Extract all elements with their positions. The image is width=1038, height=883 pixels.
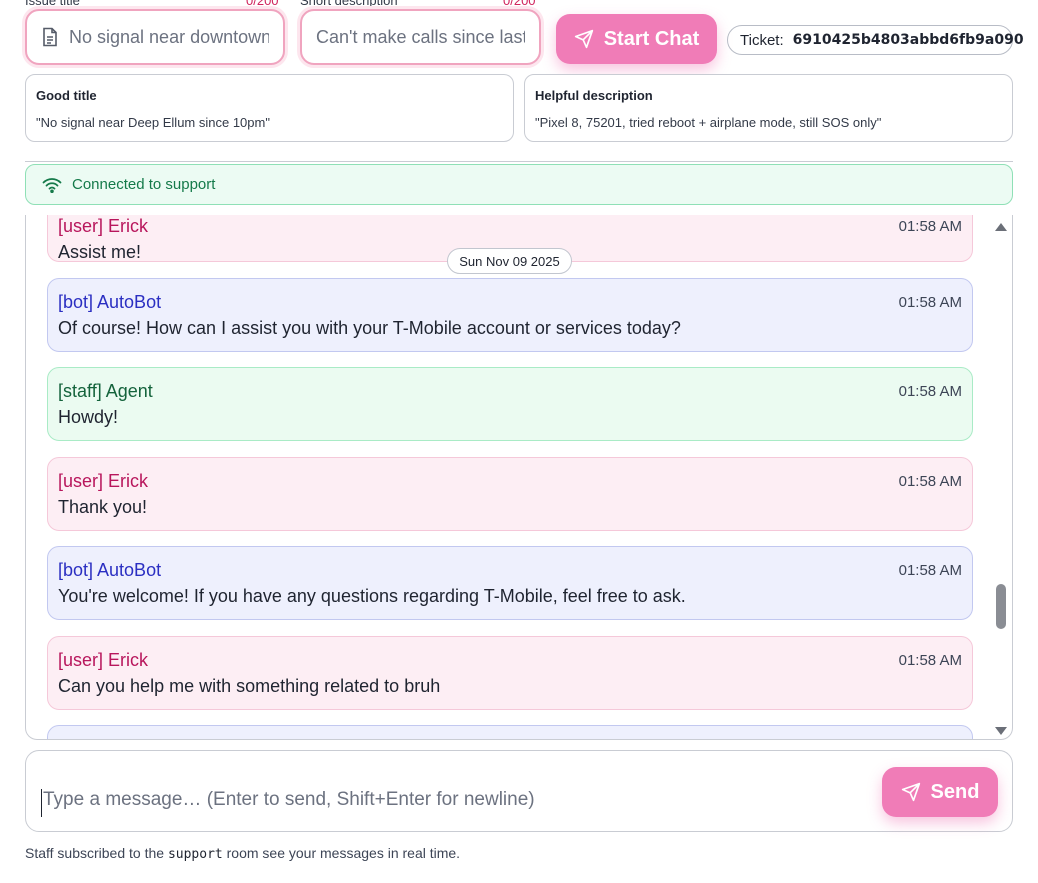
scroll-thumb[interactable]: [996, 584, 1006, 629]
send-button[interactable]: Send: [882, 767, 998, 817]
document-icon: [41, 27, 59, 47]
scroll-up-arrow-icon[interactable]: [995, 223, 1007, 231]
good-title-hint: Good title "No signal near Deep Ellum si…: [25, 74, 514, 142]
message-time: 01:58 AM: [898, 293, 962, 311]
wifi-icon: [42, 177, 62, 193]
issue-title-count: 0/200: [246, 0, 279, 8]
message-item-partial: [47, 725, 973, 739]
start-chat-label: Start Chat: [603, 27, 700, 50]
ticket-id: 6910425b4803abbd6fb9a090: [792, 32, 1024, 48]
helpful-description-heading: Helpful description: [535, 88, 653, 103]
message-input[interactable]: [41, 789, 861, 817]
realtime-note-suffix: room see your messages in real time.: [226, 845, 461, 861]
connection-status: Connected to support: [25, 164, 1013, 205]
helpful-description-hint: Helpful description "Pixel 8, 75201, tri…: [524, 74, 1013, 142]
send-icon: [574, 29, 594, 49]
message-text: Of course! How can I assist you with you…: [58, 318, 681, 338]
message-author: [bot] AutoBot: [58, 291, 162, 312]
message-author: [staff] Agent: [58, 380, 153, 401]
short-description-count: 0/200: [503, 0, 536, 8]
scroll-down-arrow-icon[interactable]: [995, 727, 1007, 735]
send-label: Send: [930, 780, 980, 803]
message-item: [staff] Agent 01:58 AM Howdy!: [47, 367, 973, 441]
message-text: You're welcome! If you have any question…: [58, 586, 686, 606]
realtime-note: Staff subscribed to the support room see…: [25, 845, 460, 862]
message-author: [user] Erick: [58, 649, 149, 670]
message-author: [bot] AutoBot: [58, 559, 162, 580]
message-item: [bot] AutoBot 01:58 AM You're welcome! I…: [47, 546, 973, 620]
message-text: Can you help me with something related t…: [58, 676, 441, 696]
message-text: Howdy!: [58, 407, 119, 427]
message-item: [user] Erick 01:58 AM Can you help me wi…: [47, 636, 973, 710]
good-title-heading: Good title: [36, 88, 97, 103]
short-description-field[interactable]: [300, 9, 541, 65]
message-composer: Send: [25, 750, 1013, 832]
issue-title-field[interactable]: [25, 9, 285, 65]
message-time: 01:58 AM: [898, 472, 962, 490]
message-time: 01:58 AM: [898, 651, 962, 669]
send-icon: [901, 782, 921, 802]
issue-title-label: Issue title: [25, 0, 80, 8]
chat-scrollbar[interactable]: [990, 215, 1012, 739]
message-time: 01:58 AM: [898, 382, 962, 400]
ticket-badge: Ticket: 6910425b4803abbd6fb9a090: [727, 25, 1024, 55]
chat-messages[interactable]: [user] Erick 01:58 AM Assist me! Sun Nov…: [25, 215, 1013, 740]
ticket-label: Ticket:: [740, 31, 784, 49]
realtime-note-prefix: Staff subscribed to the: [25, 845, 165, 861]
message-text: Thank you!: [58, 497, 148, 517]
good-title-example: "No signal near Deep Ellum since 10pm": [36, 115, 270, 130]
date-divider: Sun Nov 09 2025: [447, 248, 572, 274]
helpful-description-example: "Pixel 8, 75201, tried reboot + airplane…: [535, 115, 882, 130]
room-name: support: [167, 847, 223, 862]
start-chat-button[interactable]: Start Chat: [556, 14, 717, 64]
message-author: [user] Erick: [58, 215, 149, 236]
message-time: 01:58 AM: [898, 561, 962, 579]
message-author: [user] Erick: [58, 470, 149, 491]
issue-title-input[interactable]: [69, 26, 269, 48]
short-description-input[interactable]: [316, 26, 525, 48]
message-item: [user] Erick 01:58 AM Thank you!: [47, 457, 973, 531]
short-description-label: Short description: [300, 0, 398, 8]
message-item: [bot] AutoBot 01:58 AM Of course! How ca…: [47, 278, 973, 352]
connection-status-text: Connected to support: [72, 176, 216, 193]
message-time: 01:58 AM: [898, 217, 962, 235]
divider: [25, 161, 1013, 162]
